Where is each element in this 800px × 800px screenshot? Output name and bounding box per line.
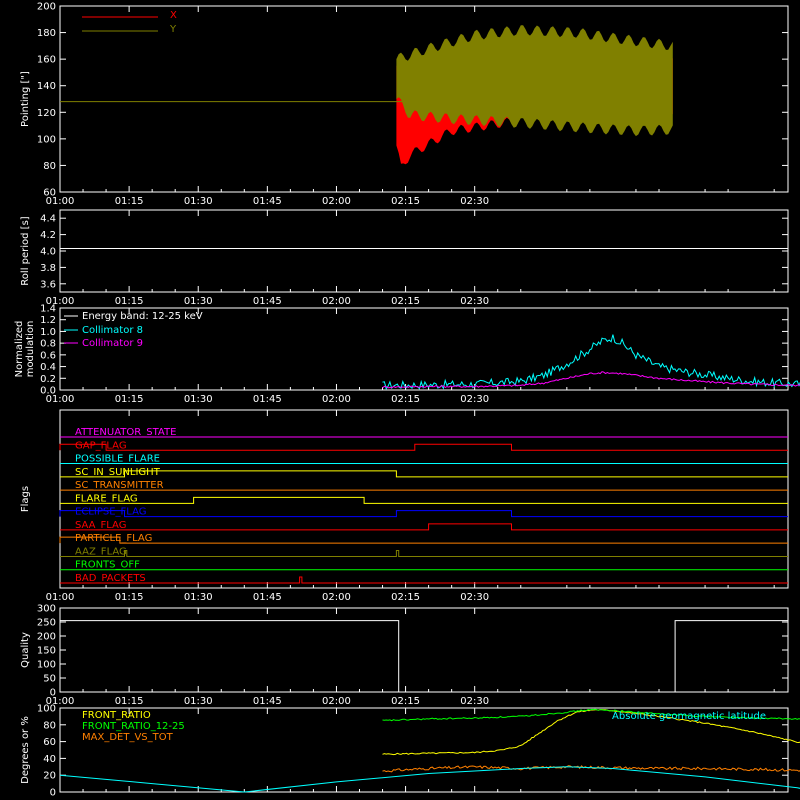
y-axis-label: Flags <box>20 486 31 512</box>
flag-label-saa_flag: SAA_FLAG <box>75 520 126 531</box>
y-tick-label: 0 <box>50 688 56 699</box>
x-tick-label: 01:30 <box>184 592 213 603</box>
y-tick-label: 100 <box>37 134 56 145</box>
flag-label-gap_flag: GAP_FLAG <box>75 440 127 451</box>
y-tick-label: 200 <box>37 2 56 13</box>
y-tick-label: 3.8 <box>40 263 56 274</box>
x-tick-label: 01:30 <box>184 394 213 405</box>
x-tick-label: 02:00 <box>322 696 351 707</box>
flag-label-sc_in_sunlight: SC_IN_SUNLIGHT <box>75 467 161 478</box>
legend-label-x: X <box>170 10 177 21</box>
y-tick-label: 60 <box>43 737 56 748</box>
y-tick-label: 250 <box>37 618 56 629</box>
x-tick-label: 01:45 <box>253 592 282 603</box>
y-tick-label: 80 <box>43 161 56 172</box>
y-tick-label: 0.8 <box>40 339 56 350</box>
y-tick-label: 20 <box>43 771 56 782</box>
x-tick-label: 02:00 <box>322 296 351 307</box>
x-tick-label: 02:30 <box>460 592 489 603</box>
x-tick-label: 01:45 <box>253 196 282 207</box>
flag-label-bad_packets: BAD_PACKETS <box>75 573 146 584</box>
flag-label-possible_flare: POSSIBLE_FLARE <box>75 454 160 465</box>
y-tick-label: 3.6 <box>40 279 56 290</box>
x-tick-label: 01:45 <box>253 296 282 307</box>
y-tick-label: 50 <box>43 674 56 685</box>
y-tick-label: 1.4 <box>40 304 56 315</box>
hessi-quicklook-stack: 01:00 01:15 01:30 01:45 02:00 02:15 02:30 60 80 1… <box>0 0 800 800</box>
x-tick-label: 01:30 <box>184 296 213 307</box>
y-tick-label: 300 <box>37 604 56 615</box>
legend-label-max_det_vs_tot: MAX_DET_VS_TOT <box>82 732 174 743</box>
y-tick-label: 120 <box>37 108 56 119</box>
y-tick-label: 1.2 <box>40 315 56 326</box>
y-tick-label: 60 <box>43 188 56 199</box>
y-tick-label: 0 <box>50 788 56 799</box>
y-tick-label: 0.2 <box>40 374 56 385</box>
flag-label-particle_flag: PARTICLE_FLAG <box>75 533 152 544</box>
y-tick-label: 140 <box>37 81 56 92</box>
flag-label-eclipse_flag: ECLIPSE_FLAG <box>75 507 146 518</box>
x-tick-label: 02:15 <box>391 696 420 707</box>
x-tick-label: 01:15 <box>115 592 144 603</box>
x-tick-label: 02:30 <box>460 696 489 707</box>
y-tick-label: 160 <box>37 55 56 66</box>
x-tick-label: 02:15 <box>391 592 420 603</box>
legend-label-front_ratio_12-25: FRONT_RATIO_12-25 <box>82 721 185 732</box>
x-tick-label: 02:00 <box>322 196 351 207</box>
x-tick-label: 01:15 <box>115 394 144 405</box>
x-tick-label: 01:30 <box>184 196 213 207</box>
y-tick-label: 4.4 <box>40 214 56 225</box>
legend-label-collimator: Collimator 9 <box>82 338 143 349</box>
y-tick-label: 0.0 <box>40 386 56 397</box>
y-axis-label: Degrees or % <box>20 716 31 784</box>
y-tick-label: 100 <box>37 660 56 671</box>
legend-label-geomagnetic-latitude: Absolute geomagnetic latitude <box>612 711 766 722</box>
x-tick-label: 02:30 <box>460 394 489 405</box>
y-tick-label: 4.2 <box>40 230 56 241</box>
x-tick-label: 01:45 <box>253 394 282 405</box>
x-tick-label: 02:30 <box>460 196 489 207</box>
x-tick-label: 01:30 <box>184 696 213 707</box>
flag-label-flare_flag: FLARE_FLAG <box>75 493 138 504</box>
x-tick-label: 01:15 <box>115 296 144 307</box>
y-axis-label: Quality <box>20 632 31 668</box>
y-tick-label: 1.0 <box>40 327 56 338</box>
x-tick-label: 02:00 <box>322 592 351 603</box>
x-tick-label: 02:00 <box>322 394 351 405</box>
legend-title: Energy band: 12-25 keV <box>82 311 203 322</box>
y-tick-label: 40 <box>43 754 56 765</box>
flag-label-fronts_off: FRONTS_OFF <box>75 560 140 571</box>
y-axis-label: Pointing ["] <box>20 71 31 127</box>
x-tick-label: 01:15 <box>115 196 144 207</box>
y-tick-label: 0.4 <box>40 362 56 373</box>
y-tick-label: 100 <box>37 704 56 715</box>
legend-label-front_ratio: FRONT_RATIO <box>82 710 151 721</box>
x-tick-label: 02:15 <box>391 296 420 307</box>
y-tick-label: 80 <box>43 720 56 731</box>
y-tick-label: 180 <box>37 28 56 39</box>
x-tick-label: 02:15 <box>391 196 420 207</box>
y-axis-label: Roll period [s] <box>20 216 31 285</box>
y-tick-label: 150 <box>37 646 56 657</box>
y-axis-label: Normalizedmodulation <box>14 321 36 378</box>
y-tick-label: 200 <box>37 632 56 643</box>
x-tick-label: 01:45 <box>253 696 282 707</box>
y-tick-label: 0.6 <box>40 350 56 361</box>
y-axis-label-line: Normalized <box>14 321 25 378</box>
y-axis-label-line: modulation <box>25 321 36 378</box>
flag-label-aaz_flag: AAZ_FLAG <box>75 546 127 557</box>
x-tick-label: 02:30 <box>460 296 489 307</box>
flag-label-sc_transmitter: SC_TRANSMITTER <box>75 480 164 491</box>
x-tick-label: 01:00 <box>46 592 75 603</box>
x-tick-label: 02:15 <box>391 394 420 405</box>
legend-label-collimator: Collimator 8 <box>82 325 143 336</box>
flag-label-attenuator_state: ATTENUATOR_STATE <box>75 427 176 438</box>
y-tick-label: 4.0 <box>40 247 56 258</box>
x-tick-label: 01:15 <box>115 696 144 707</box>
legend-label-y: Y <box>169 24 177 35</box>
